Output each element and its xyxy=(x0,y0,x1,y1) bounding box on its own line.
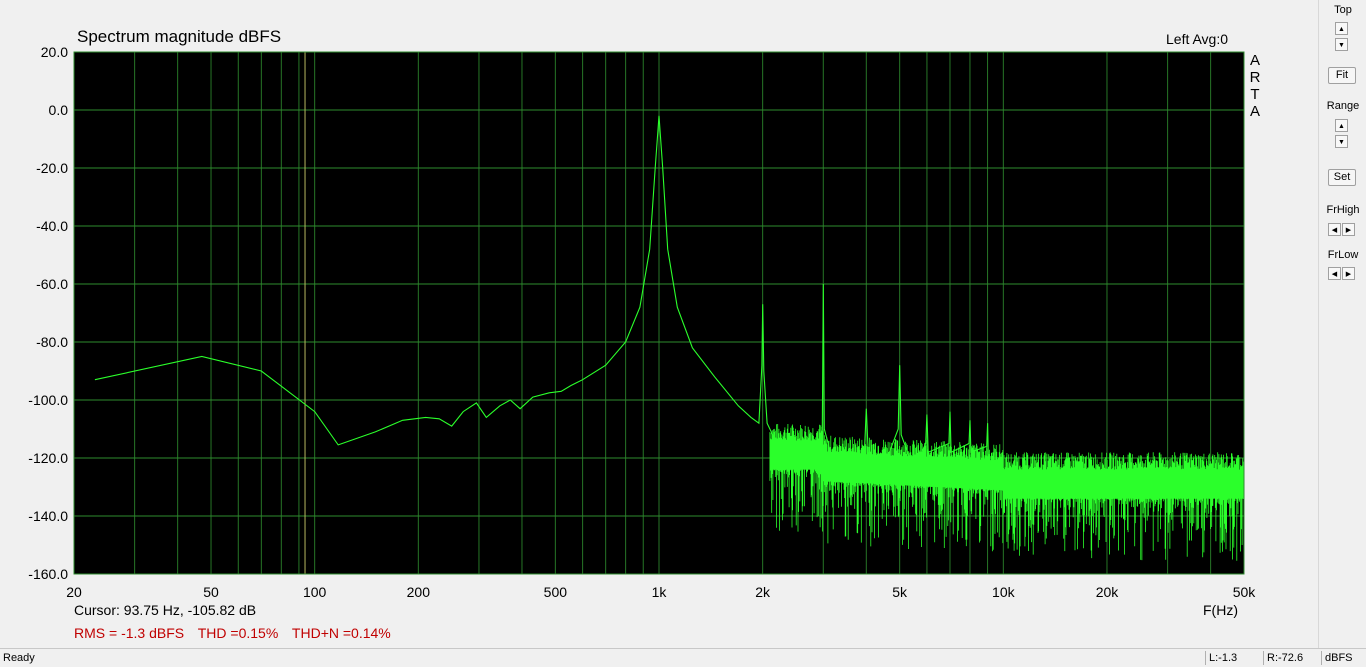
x-tick-label: 50k xyxy=(1233,584,1257,600)
y-tick-label: -120.0 xyxy=(28,450,68,466)
distortion-stats: RMS = -1.3 dBFS THD =0.15% THD+N =0.14% xyxy=(74,625,401,641)
x-axis-unit-label: F(Hz) xyxy=(1203,602,1238,618)
brand-letter: T xyxy=(1250,86,1260,103)
y-tick-label: -100.0 xyxy=(28,392,68,408)
frlow-right-button[interactable]: ▶ xyxy=(1342,267,1355,280)
x-tick-label: 10k xyxy=(992,584,1016,600)
x-tick-label: 1k xyxy=(652,584,668,600)
channel-average-label: Left Avg:0 xyxy=(1166,31,1229,47)
y-tick-label: 20.0 xyxy=(41,44,68,60)
x-tick-label: 5k xyxy=(892,584,908,600)
status-right-level: R:-72.6 xyxy=(1263,651,1319,665)
status-ready: Ready xyxy=(3,652,35,664)
cursor-readout: Cursor: 93.75 Hz, -105.82 dB xyxy=(74,602,257,618)
brand-letter: A xyxy=(1249,103,1260,120)
range-label: Range xyxy=(1326,100,1360,112)
y-tick-label: 0.0 xyxy=(49,102,69,118)
thd-readout: THD =0.15% xyxy=(197,625,279,641)
arta-brand: A R T A xyxy=(1248,52,1262,120)
status-left-level: L:-1.3 xyxy=(1205,651,1261,665)
set-button[interactable]: Set xyxy=(1328,169,1356,186)
spectrum-chart-area[interactable]: 20.0 0.0 -20.0 -40.0 -60.0 -80.0 -100.0 -120.0 -… xyxy=(0,0,1318,648)
brand-letter: R xyxy=(1249,69,1261,86)
range-up-button[interactable]: ▲ xyxy=(1335,119,1348,132)
thdn-readout: THD+N =0.14% xyxy=(291,625,391,641)
top-up-button[interactable]: ▲ xyxy=(1335,22,1348,35)
control-panel: Top ▲ ▼ Fit Range ▲ ▼ Set FrHigh ◀ ▶ FrL… xyxy=(1318,0,1366,648)
frhigh-label: FrHigh xyxy=(1326,204,1360,216)
x-tick-label: 500 xyxy=(544,584,568,600)
y-tick-label: -60.0 xyxy=(36,276,68,292)
y-tick-label: -160.0 xyxy=(28,566,68,582)
fit-button[interactable]: Fit xyxy=(1328,67,1356,84)
x-tick-label: 20 xyxy=(66,584,82,600)
frhigh-left-button[interactable]: ◀ xyxy=(1328,223,1341,236)
top-down-button[interactable]: ▼ xyxy=(1335,38,1348,51)
y-tick-label: -80.0 xyxy=(36,334,68,350)
x-tick-label: 200 xyxy=(407,584,431,600)
y-tick-label: -20.0 xyxy=(36,160,68,176)
brand-letter: A xyxy=(1249,52,1260,69)
y-tick-label: -40.0 xyxy=(36,218,68,234)
y-tick-label: -140.0 xyxy=(28,508,68,524)
x-tick-label: 50 xyxy=(203,584,219,600)
x-tick-label: 20k xyxy=(1096,584,1120,600)
frlow-left-button[interactable]: ◀ xyxy=(1328,267,1341,280)
spectrum-plot[interactable]: 20.0 0.0 -20.0 -40.0 -60.0 -80.0 -100.0 -120.0 -… xyxy=(0,0,1318,648)
top-label: Top xyxy=(1334,4,1352,16)
frlow-label: FrLow xyxy=(1327,249,1359,261)
range-down-button[interactable]: ▼ xyxy=(1335,135,1348,148)
rms-readout: RMS = -1.3 dBFS xyxy=(74,625,185,641)
status-unit: dBFS xyxy=(1321,651,1366,665)
status-bar: Ready L:-1.3 R:-72.6 dBFS xyxy=(0,648,1366,667)
chart-title: Spectrum magnitude dBFS xyxy=(77,27,282,46)
x-tick-label: 2k xyxy=(755,584,771,600)
frhigh-right-button[interactable]: ▶ xyxy=(1342,223,1355,236)
x-tick-label: 100 xyxy=(303,584,327,600)
